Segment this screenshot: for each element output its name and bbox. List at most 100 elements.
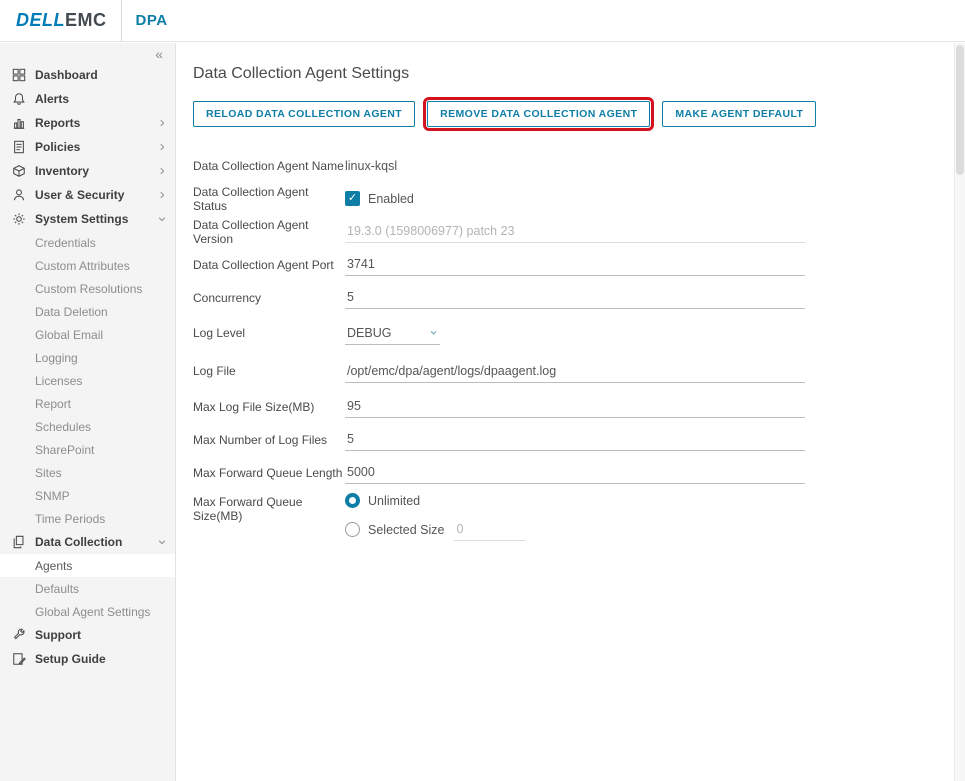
sidebar-item-data-deletion[interactable]: Data Deletion	[0, 300, 175, 323]
page-title: Data Collection Agent Settings	[193, 65, 954, 83]
sidebar-item-label: Custom Resolutions	[35, 282, 142, 296]
sidebar-item-label: Time Periods	[35, 512, 105, 526]
sidebar-item-agents[interactable]: Agents	[0, 554, 175, 577]
sidebar-item-snmp[interactable]: SNMP	[0, 484, 175, 507]
sidebar-item-system-settings[interactable]: System Settings	[0, 207, 175, 231]
sidebar-item-label: Credentials	[35, 236, 96, 250]
sidebar-item-logging[interactable]: Logging	[0, 346, 175, 369]
max-log-size-row: Max Log File Size(MB)	[193, 390, 954, 423]
max-queue-length-input[interactable]	[345, 461, 805, 484]
sidebar-item-time-periods[interactable]: Time Periods	[0, 507, 175, 530]
sidebar-item-custom-attributes[interactable]: Custom Attributes	[0, 254, 175, 277]
log-level-select[interactable]: DEBUG	[345, 322, 440, 345]
sidebar-item-credentials[interactable]: Credentials	[0, 231, 175, 254]
unlimited-radio-label: Unlimited	[368, 494, 420, 508]
reload-data-collection-agent-button[interactable]: RELOAD DATA COLLECTION AGENT	[193, 101, 415, 127]
action-button-row: RELOAD DATA COLLECTION AGENT REMOVE DATA…	[193, 101, 954, 127]
concurrency-input[interactable]	[345, 286, 805, 309]
sidebar-item-policies[interactable]: Policies	[0, 135, 175, 159]
max-log-files-input[interactable]	[345, 428, 805, 451]
log-file-input[interactable]	[345, 360, 805, 383]
dellemc-logo: DELL EMC	[0, 10, 121, 31]
collapse-sidebar-icon[interactable]: «	[155, 47, 163, 61]
sidebar-item-label: Licenses	[35, 374, 82, 388]
sidebar-item-report[interactable]: Report	[0, 392, 175, 415]
vertical-scrollbar[interactable]	[954, 43, 965, 781]
agent-port-label: Data Collection Agent Port	[193, 258, 345, 272]
agent-version-input	[345, 220, 805, 243]
sidebar-item-schedules[interactable]: Schedules	[0, 415, 175, 438]
agent-port-row: Data Collection Agent Port	[193, 248, 954, 281]
sidebar-item-data-collection[interactable]: Data Collection	[0, 530, 175, 554]
max-log-files-label: Max Number of Log Files	[193, 433, 345, 447]
max-queue-length-label: Max Forward Queue Length	[193, 466, 345, 480]
sidebar-item-inventory[interactable]: Inventory	[0, 159, 175, 183]
sidebar-item-label: Logging	[35, 351, 78, 365]
log-level-value: DEBUG	[347, 326, 391, 340]
remove-data-collection-agent-button[interactable]: REMOVE DATA COLLECTION AGENT	[427, 101, 650, 127]
sidebar-item-user-security[interactable]: User & Security	[0, 183, 175, 207]
data-collection-icon	[12, 535, 26, 549]
bar-chart-icon	[12, 116, 26, 130]
unlimited-radio-option: Unlimited	[345, 493, 430, 508]
unlimited-radio[interactable]	[345, 493, 360, 508]
chevron-right-icon	[157, 166, 167, 176]
emc-logo-text: EMC	[65, 10, 107, 31]
chevron-down-icon	[157, 537, 167, 547]
sidebar-item-defaults[interactable]: Defaults	[0, 577, 175, 600]
sidebar-item-global-email[interactable]: Global Email	[0, 323, 175, 346]
sidebar-item-setup-guide[interactable]: Setup Guide	[0, 647, 175, 671]
inventory-icon	[12, 164, 26, 178]
sidebar-item-label: Dashboard	[35, 68, 98, 82]
sidebar-item-reports[interactable]: Reports	[0, 111, 175, 135]
chevron-right-icon	[157, 118, 167, 128]
scrollbar-thumb[interactable]	[956, 45, 964, 175]
policy-document-icon	[12, 140, 26, 154]
chevron-down-icon	[429, 326, 438, 340]
agent-name-label: Data Collection Agent Name	[193, 159, 345, 173]
sidebar-item-custom-resolutions[interactable]: Custom Resolutions	[0, 277, 175, 300]
sidebar-item-label: Policies	[35, 140, 80, 154]
sidebar-item-global-agent-settings[interactable]: Global Agent Settings	[0, 600, 175, 623]
chevron-down-icon	[157, 214, 167, 224]
sidebar-item-label: User & Security	[35, 188, 124, 202]
gear-icon	[12, 212, 26, 226]
main-content: Data Collection Agent Settings RELOAD DA…	[177, 43, 954, 781]
agent-port-input[interactable]	[345, 253, 805, 276]
max-queue-length-row: Max Forward Queue Length	[193, 456, 954, 489]
sidebar-item-label: Inventory	[35, 164, 89, 178]
log-level-row: Log Level DEBUG	[193, 314, 954, 352]
make-agent-default-button[interactable]: MAKE AGENT DEFAULT	[662, 101, 816, 127]
enabled-checkbox[interactable]: ✓	[345, 191, 360, 206]
max-queue-size-label: Max Forward Queue Size(MB)	[193, 493, 345, 523]
sidebar-item-licenses[interactable]: Licenses	[0, 369, 175, 392]
top-bar: DELL EMC DPA	[0, 0, 965, 42]
dashboard-icon	[12, 68, 26, 82]
max-log-size-input[interactable]	[345, 395, 805, 418]
dell-logo-text: DELL	[16, 10, 65, 31]
agent-version-row: Data Collection Agent Version	[193, 215, 954, 248]
max-log-files-row: Max Number of Log Files	[193, 423, 954, 456]
selected-size-radio[interactable]	[345, 522, 360, 537]
sidebar-item-sites[interactable]: Sites	[0, 461, 175, 484]
sidebar-item-label: Report	[35, 397, 71, 411]
agent-status-row: Data Collection Agent Status ✓ Enabled	[193, 182, 954, 215]
agent-name-row: Data Collection Agent Name linux-kqsl	[193, 149, 954, 182]
sidebar-item-support[interactable]: Support	[0, 623, 175, 647]
sidebar-item-label: SharePoint	[35, 443, 94, 457]
sidebar-item-alerts[interactable]: Alerts	[0, 87, 175, 111]
sidebar-item-label: Custom Attributes	[35, 259, 130, 273]
log-level-label: Log Level	[193, 326, 345, 340]
selected-size-radio-label: Selected Size	[368, 523, 444, 537]
sidebar-item-dashboard[interactable]: Dashboard	[0, 63, 175, 87]
selected-size-input	[454, 518, 526, 541]
agent-version-label: Data Collection Agent Version	[193, 218, 345, 246]
sidebar-item-label: Global Agent Settings	[35, 605, 150, 619]
sidebar-item-sharepoint[interactable]: SharePoint	[0, 438, 175, 461]
sidebar-item-label: Alerts	[35, 92, 69, 106]
agent-status-label: Data Collection Agent Status	[193, 185, 345, 213]
max-log-size-label: Max Log File Size(MB)	[193, 400, 345, 414]
log-file-label: Log File	[193, 364, 345, 378]
enabled-checkbox-label: Enabled	[368, 192, 414, 206]
sidebar-item-label: Data Deletion	[35, 305, 108, 319]
